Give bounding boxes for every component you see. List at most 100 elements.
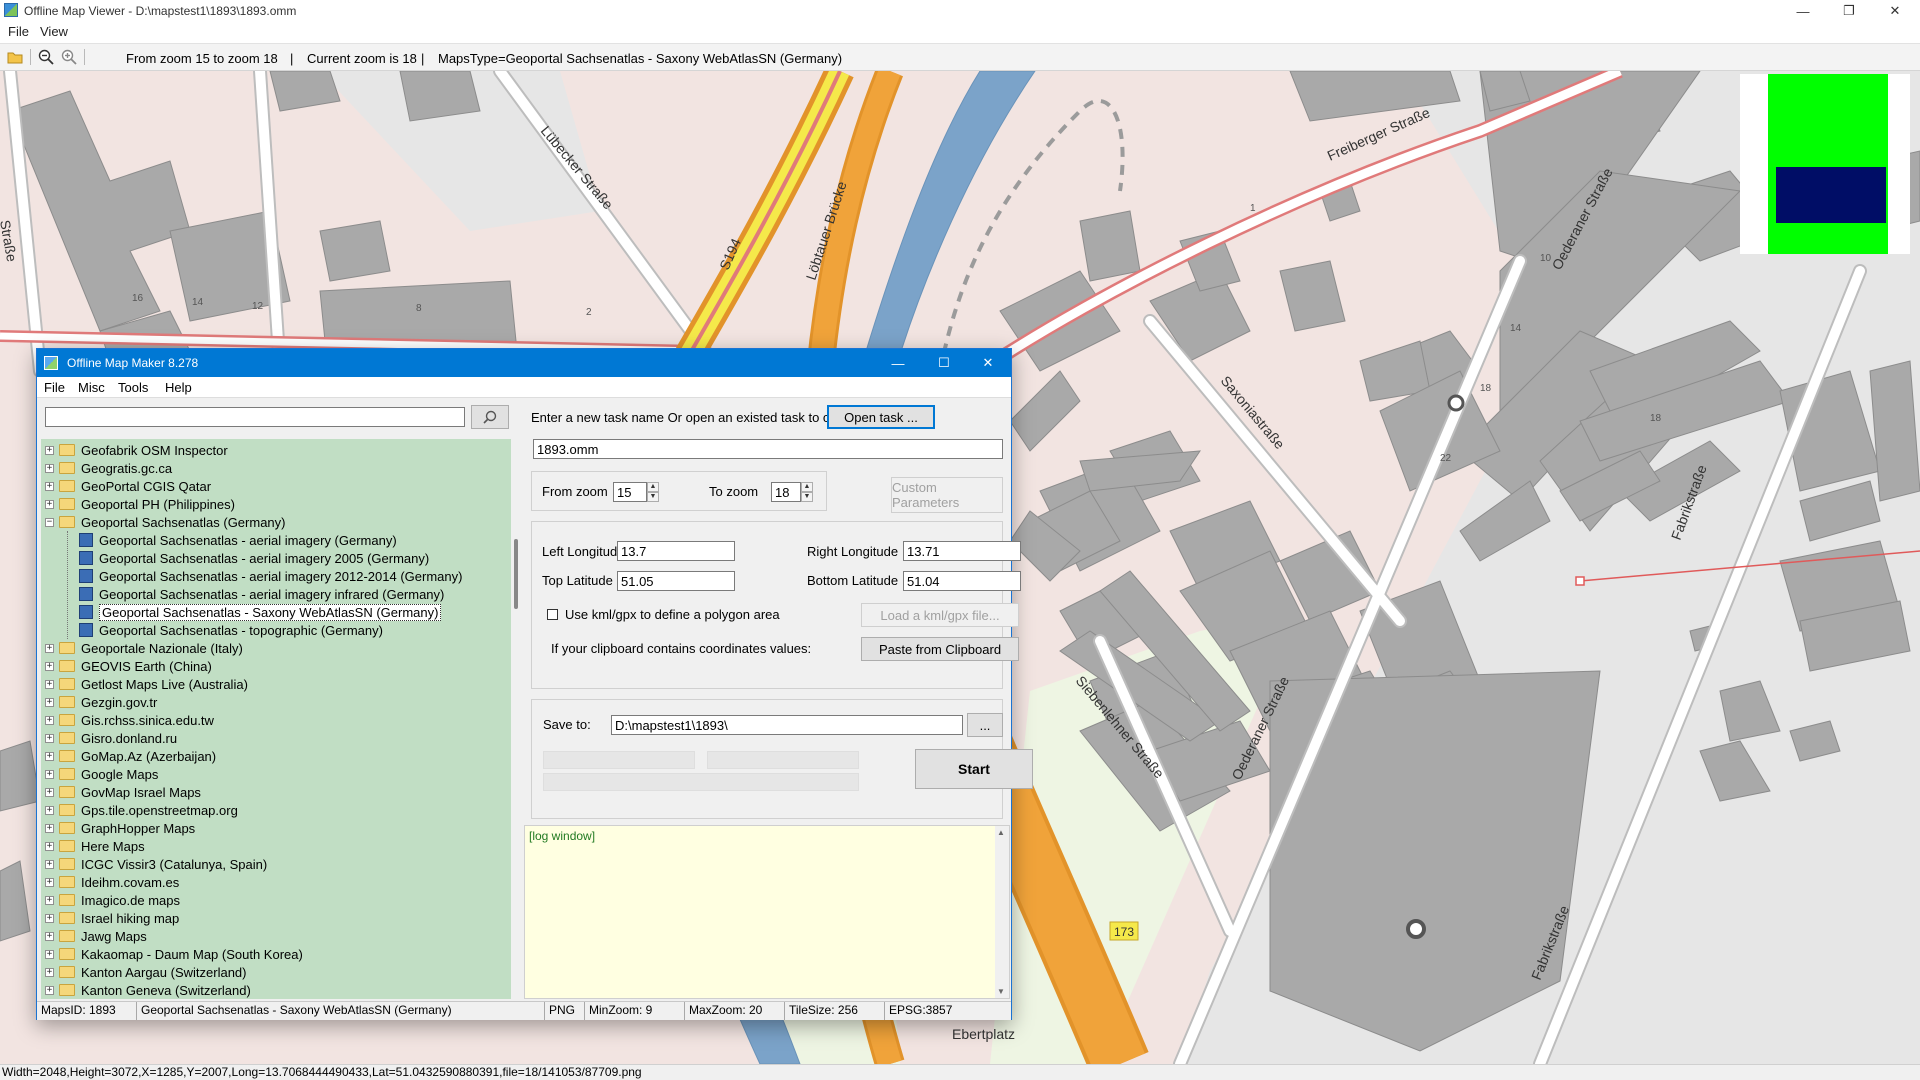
- dialog-menu-tools[interactable]: Tools: [118, 380, 148, 395]
- tree-map-row[interactable]: Geoportal Sachsenatlas - Saxony WebAtlas…: [41, 603, 511, 621]
- open-folder-icon[interactable]: [5, 48, 25, 66]
- expand-icon[interactable]: +: [45, 950, 54, 959]
- overview-map[interactable]: [1740, 74, 1910, 254]
- tree-folder-row[interactable]: + Ideihm.covam.es: [41, 873, 511, 891]
- bottom-latitude-input[interactable]: 51.04: [903, 571, 1021, 591]
- tree-folder-row[interactable]: + Gps.tile.openstreetmap.org: [41, 801, 511, 819]
- tree-folder-row[interactable]: + Gis.rchss.sinica.edu.tw: [41, 711, 511, 729]
- save-to-input[interactable]: D:\mapstest1\1893\: [611, 715, 963, 735]
- map-provider-tree[interactable]: + Geofabrik OSM Inspector + Geogratis.gc.ca…: [41, 439, 511, 999]
- expand-icon[interactable]: +: [45, 914, 54, 923]
- expand-icon[interactable]: +: [45, 878, 54, 887]
- tree-map-row[interactable]: Geoportal Sachsenatlas - aerial imagery …: [41, 585, 511, 603]
- tree-folder-row[interactable]: + Israel hiking map: [41, 909, 511, 927]
- expand-icon[interactable]: +: [45, 860, 54, 869]
- folder-icon: [59, 966, 75, 978]
- overview-viewport[interactable]: [1776, 167, 1886, 223]
- open-task-button[interactable]: Open task ...: [827, 405, 935, 429]
- expand-icon[interactable]: +: [45, 968, 54, 977]
- dialog-menu-misc[interactable]: Misc: [78, 380, 105, 395]
- top-latitude-input[interactable]: 51.05: [617, 571, 735, 591]
- dialog-close-button[interactable]: ✕: [965, 349, 1011, 377]
- paste-clipboard-button[interactable]: Paste from Clipboard: [861, 637, 1019, 661]
- maximize-button[interactable]: ❐: [1826, 0, 1872, 22]
- expand-icon[interactable]: +: [45, 806, 54, 815]
- expand-icon[interactable]: +: [45, 824, 54, 833]
- dialog-menu-file[interactable]: File: [44, 380, 65, 395]
- to-zoom-input[interactable]: 18: [771, 482, 801, 502]
- tree-folder-row[interactable]: + Kanton Geneva (Switzerland): [41, 981, 511, 999]
- load-kml-button[interactable]: Load a kml/gpx file...: [861, 603, 1019, 627]
- expand-icon[interactable]: +: [45, 716, 54, 725]
- tree-folder-row[interactable]: + Geofabrik OSM Inspector: [41, 441, 511, 459]
- zoom-in-icon[interactable]: [59, 48, 79, 66]
- expand-icon[interactable]: +: [45, 500, 54, 509]
- expand-icon[interactable]: +: [45, 644, 54, 653]
- tree-map-row[interactable]: Geoportal Sachsenatlas - topographic (Ge…: [41, 621, 511, 639]
- task-name-input[interactable]: 1893.omm: [533, 439, 1003, 459]
- tree-folder-row[interactable]: + GeoPortal CGIS Qatar: [41, 477, 511, 495]
- expand-icon[interactable]: +: [45, 752, 54, 761]
- tree-folder-row[interactable]: + Here Maps: [41, 837, 511, 855]
- start-button[interactable]: Start: [915, 749, 1033, 789]
- tree-folder-row[interactable]: + GoMap.Az (Azerbaijan): [41, 747, 511, 765]
- log-window[interactable]: [log window] ▲ ▼: [524, 825, 1010, 999]
- tree-folder-row[interactable]: + Google Maps: [41, 765, 511, 783]
- expand-icon[interactable]: +: [45, 464, 54, 473]
- tree-folder-row[interactable]: − Geoportal Sachsenatlas (Germany): [41, 513, 511, 531]
- tree-folder-row[interactable]: + Imagico.de maps: [41, 891, 511, 909]
- expand-icon[interactable]: +: [45, 734, 54, 743]
- tree-folder-row[interactable]: + GovMap Israel Maps: [41, 783, 511, 801]
- menu-file[interactable]: File: [8, 24, 29, 39]
- tree-scrollbar[interactable]: [511, 439, 525, 999]
- left-longitude-input[interactable]: 13.7: [617, 541, 735, 561]
- kml-checkbox[interactable]: [547, 609, 558, 620]
- custom-parameters-button[interactable]: Custom Parameters: [891, 477, 1003, 513]
- tree-folder-row[interactable]: + Gezgin.gov.tr: [41, 693, 511, 711]
- expand-icon[interactable]: +: [45, 788, 54, 797]
- dialog-title-bar[interactable]: Offline Map Maker 8.278 — ☐ ✕: [37, 349, 1011, 377]
- expand-icon[interactable]: +: [45, 896, 54, 905]
- expand-icon[interactable]: +: [45, 986, 54, 995]
- zoom-out-icon[interactable]: [36, 48, 56, 66]
- expand-icon[interactable]: +: [45, 698, 54, 707]
- tree-folder-row[interactable]: + Geoportale Nazionale (Italy): [41, 639, 511, 657]
- expand-icon[interactable]: +: [45, 932, 54, 941]
- to-zoom-spinner[interactable]: ▲ ▼: [801, 482, 813, 502]
- minimize-button[interactable]: —: [1780, 0, 1826, 22]
- from-zoom-spinner[interactable]: ▲ ▼: [647, 482, 659, 502]
- tree-folder-row[interactable]: + Geoportal PH (Philippines): [41, 495, 511, 513]
- map-search-input[interactable]: [45, 407, 465, 427]
- close-button[interactable]: ✕: [1872, 0, 1918, 22]
- folder-icon: [59, 822, 75, 834]
- tree-map-row[interactable]: Geoportal Sachsenatlas - aerial imagery …: [41, 549, 511, 567]
- tree-folder-row[interactable]: + Getlost Maps Live (Australia): [41, 675, 511, 693]
- from-zoom-input[interactable]: 15: [613, 482, 647, 502]
- tree-folder-row[interactable]: + GEOVIS Earth (China): [41, 657, 511, 675]
- tree-folder-row[interactable]: + Kakaomap - Daum Map (South Korea): [41, 945, 511, 963]
- dialog-maximize-button[interactable]: ☐: [921, 349, 967, 377]
- search-button[interactable]: [471, 405, 509, 429]
- menu-view[interactable]: View: [40, 24, 68, 39]
- tree-folder-row[interactable]: + ICGC Vissir3 (Catalunya, Spain): [41, 855, 511, 873]
- tree-folder-row[interactable]: + Gisro.donland.ru: [41, 729, 511, 747]
- dialog-menu-help[interactable]: Help: [165, 380, 192, 395]
- tree-folder-row[interactable]: + GraphHopper Maps: [41, 819, 511, 837]
- log-scrollbar[interactable]: ▲ ▼: [995, 826, 1009, 998]
- dialog-minimize-button[interactable]: —: [875, 349, 921, 377]
- tree-map-row[interactable]: Geoportal Sachsenatlas - aerial imagery …: [41, 531, 511, 549]
- tree-map-row[interactable]: Geoportal Sachsenatlas - aerial imagery …: [41, 567, 511, 585]
- tree-folder-row[interactable]: + Geogratis.gc.ca: [41, 459, 511, 477]
- expand-icon[interactable]: +: [45, 446, 54, 455]
- collapse-icon[interactable]: −: [45, 518, 54, 527]
- expand-icon[interactable]: +: [45, 842, 54, 851]
- expand-icon[interactable]: +: [45, 662, 54, 671]
- overview-frame: [1768, 74, 1888, 254]
- tree-folder-row[interactable]: + Kanton Aargau (Switzerland): [41, 963, 511, 981]
- expand-icon[interactable]: +: [45, 770, 54, 779]
- expand-icon[interactable]: +: [45, 482, 54, 491]
- right-longitude-input[interactable]: 13.71: [903, 541, 1021, 561]
- expand-icon[interactable]: +: [45, 680, 54, 689]
- tree-folder-row[interactable]: + Jawg Maps: [41, 927, 511, 945]
- browse-button[interactable]: ...: [967, 713, 1003, 737]
